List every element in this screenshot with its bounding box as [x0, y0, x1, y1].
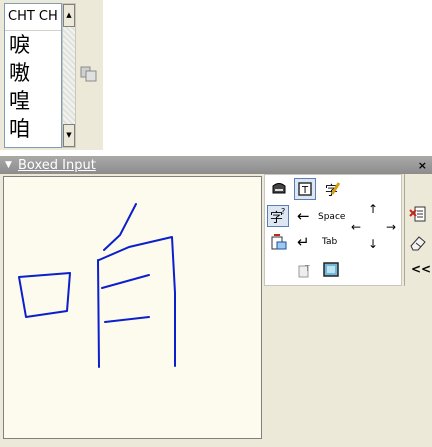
candidate-window: CHT CH 唳 嗷 喤 咱 ▲ ▼ [0, 0, 103, 150]
arrow-left-icon[interactable]: ← [351, 221, 361, 233]
tool-grid: T 字 字 ? ← Space ↑ ← → ↓ ↵ Tab T [264, 174, 402, 286]
candidate-item[interactable]: 喤 [5, 87, 61, 115]
copy-icon[interactable] [80, 66, 98, 82]
candidate-item[interactable]: 唳 [5, 31, 61, 59]
tool-separator [404, 174, 405, 286]
tool-panel: T 字 字 ? ← Space ↑ ← → ↓ ↵ Tab T << [264, 174, 432, 447]
collapse-panel-button[interactable]: << [411, 262, 431, 276]
candidate-scrollbar[interactable]: ▲ ▼ [62, 3, 76, 148]
candidate-list-header: CHT CH [5, 4, 61, 31]
svg-text:T: T [301, 185, 309, 196]
panel-title-bar[interactable]: ▼ Boxed Input × [0, 157, 432, 174]
candidate-item[interactable]: 嗷 [5, 59, 61, 87]
arrow-up-icon[interactable]: ↑ [368, 203, 378, 215]
candidate-list[interactable]: CHT CH 唳 嗷 喤 咱 [4, 3, 62, 148]
clear-list-icon[interactable] [407, 204, 429, 226]
text-mode-button[interactable]: T [294, 178, 316, 200]
space-key[interactable]: Space [318, 212, 345, 222]
arrow-right-icon[interactable]: → [386, 221, 396, 233]
paste-icon[interactable] [268, 232, 290, 254]
convert-icon[interactable]: T [294, 259, 316, 281]
text-mode-icon: T [298, 182, 312, 196]
collapse-arrow-icon[interactable]: ▼ [5, 157, 12, 174]
correction-button[interactable]: 字 ? [267, 205, 289, 227]
keyboard-icon[interactable] [268, 178, 290, 200]
backspace-icon[interactable]: ← [297, 209, 310, 224]
handwriting-ink [18, 203, 176, 368]
candidate-item[interactable]: 咱 [5, 115, 61, 143]
eraser-icon[interactable] [407, 231, 429, 253]
svg-text:T: T [304, 264, 310, 273]
scroll-down-button[interactable]: ▼ [63, 124, 75, 147]
panel-title: Boxed Input [18, 158, 96, 173]
tab-key[interactable]: Tab [322, 237, 337, 247]
writing-area[interactable] [3, 176, 262, 439]
close-icon[interactable]: × [418, 157, 427, 174]
scroll-up-button[interactable]: ▲ [63, 4, 75, 27]
boxed-input-panel: ▼ Boxed Input × T 字 字 ? ← Space ↑ ← → ↓ … [0, 156, 432, 447]
correction-icon: 字 ? [270, 207, 285, 226]
arrow-down-icon[interactable]: ↓ [368, 238, 378, 250]
screen-icon[interactable] [320, 259, 342, 281]
svg-text:?: ? [281, 207, 285, 216]
enter-icon[interactable]: ↵ [297, 235, 310, 250]
edit-icon[interactable]: 字 [320, 178, 342, 200]
